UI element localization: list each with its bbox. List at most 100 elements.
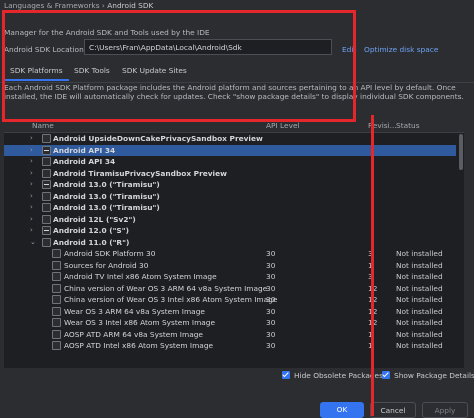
row-status: Not installed bbox=[396, 283, 443, 293]
row-api-level: 30 bbox=[266, 272, 276, 281]
column-header-status[interactable]: Status bbox=[396, 121, 420, 130]
red-highlight-box bbox=[2, 10, 356, 122]
row-name: Android UpsideDownCakePrivacySandbox Pre… bbox=[53, 134, 263, 143]
row-api-level: 30 bbox=[266, 318, 276, 327]
row-api-level: 30 bbox=[266, 329, 276, 339]
row-status: Not installed bbox=[396, 329, 443, 339]
row-checkbox[interactable] bbox=[42, 168, 51, 178]
row-name: Android TV Intel x86 Atom System Image bbox=[64, 272, 217, 281]
row-checkbox[interactable] bbox=[52, 249, 61, 258]
row-checkbox[interactable] bbox=[42, 191, 51, 201]
chevron-right-icon[interactable]: › bbox=[30, 180, 33, 188]
table-row[interactable]: AOSP ATD ARM 64 v8a System Image301Not i… bbox=[4, 329, 456, 341]
table-row[interactable]: › Android TiramisuPrivacySandbox Preview bbox=[4, 168, 456, 180]
table-row[interactable]: Android SDK Platform 30303Not installed bbox=[4, 248, 456, 260]
breadcrumb-current: Android SDK bbox=[107, 1, 154, 10]
row-api-level: 30 bbox=[266, 283, 276, 293]
table-row[interactable]: Sources for Android 30301Not installed bbox=[4, 260, 456, 272]
row-name: China version of Wear OS 3 Intel x86 Ato… bbox=[64, 295, 278, 304]
row-checkbox[interactable] bbox=[42, 226, 51, 235]
table-row[interactable]: › Android 13.0 ("Tiramisu") bbox=[4, 179, 456, 191]
row-checkbox[interactable] bbox=[52, 260, 61, 270]
row-name: Android SDK Platform 30 bbox=[64, 249, 156, 258]
row-status: Not installed bbox=[396, 260, 443, 270]
chevron-right-icon[interactable]: › bbox=[30, 146, 33, 154]
row-checkbox[interactable] bbox=[52, 283, 61, 293]
row-api-level: 30 bbox=[266, 295, 276, 304]
row-checkbox[interactable] bbox=[52, 318, 61, 327]
row-name: Wear OS 3 Intel x86 Atom System Image bbox=[64, 318, 216, 327]
row-checkbox[interactable] bbox=[42, 145, 51, 155]
row-name: AOSP ATD ARM 64 v8a System Image bbox=[64, 329, 203, 339]
show-package-details-label: Show Package Details bbox=[394, 371, 474, 380]
row-checkbox[interactable] bbox=[52, 306, 61, 316]
breadcrumb: Languages & Frameworks › Android SDK bbox=[4, 1, 153, 10]
row-name: Android API 34 bbox=[53, 157, 116, 166]
row-name: Android 13.0 ("Tiramisu") bbox=[53, 180, 160, 189]
row-name: Sources for Android 30 bbox=[64, 260, 149, 270]
row-checkbox[interactable] bbox=[42, 180, 51, 189]
table-scrollbar[interactable] bbox=[458, 132, 464, 368]
show-package-details-checkbox[interactable]: Show Package Details bbox=[382, 371, 474, 380]
chevron-right-icon[interactable]: › bbox=[30, 192, 33, 200]
row-status: Not installed bbox=[396, 272, 443, 281]
breadcrumb-parent[interactable]: Languages & Frameworks bbox=[4, 1, 100, 10]
red-highlight-line bbox=[371, 115, 374, 416]
table-row[interactable]: › Android API 34 bbox=[4, 156, 456, 168]
table-row[interactable]: China version of Wear OS 3 Intel x86 Ato… bbox=[4, 294, 456, 306]
table-row[interactable]: Android TV Intel x86 Atom System Image 30… bbox=[4, 271, 456, 283]
row-api-level: 30 bbox=[266, 306, 276, 316]
row-checkbox[interactable] bbox=[42, 134, 51, 143]
chevron-right-icon[interactable]: › bbox=[30, 134, 33, 142]
table-row[interactable]: Wear OS 3 Intel x86 Atom System Image301… bbox=[4, 317, 456, 329]
row-api-level: 30 bbox=[266, 249, 276, 258]
chevron-right-icon[interactable]: › bbox=[30, 157, 33, 165]
column-header-api-level[interactable]: API Level bbox=[266, 121, 300, 130]
hide-obsolete-label: Hide Obsolete Packages bbox=[294, 371, 383, 380]
table-row[interactable]: Wear OS 3 ARM 64 v8a System Image3012Not… bbox=[4, 306, 456, 318]
breadcrumb-separator: › bbox=[101, 1, 105, 10]
row-name: Wear OS 3 ARM 64 v8a System Image bbox=[64, 306, 205, 316]
row-checkbox[interactable] bbox=[42, 203, 51, 212]
row-checkbox[interactable] bbox=[42, 237, 51, 247]
hide-obsolete-checkbox[interactable]: Hide Obsolete Packages bbox=[282, 371, 383, 380]
table-row[interactable]: China version of Wear OS 3 ARM 64 v8a Sy… bbox=[4, 283, 456, 295]
row-checkbox[interactable] bbox=[42, 157, 51, 166]
row-name: Android 13.0 ("Tiramisu") bbox=[53, 203, 160, 212]
table-row[interactable]: ⌄ Android 11.0 ("R") bbox=[4, 237, 456, 249]
row-name: Android 12L ("Sv2") bbox=[53, 214, 136, 224]
chevron-right-icon[interactable]: › bbox=[30, 226, 33, 234]
table-row[interactable]: › Android UpsideDownCakePrivacySandbox Pr… bbox=[4, 133, 456, 145]
scrollbar-thumb[interactable] bbox=[459, 134, 463, 170]
row-name: Android API 34 bbox=[53, 145, 116, 155]
row-checkbox[interactable] bbox=[42, 214, 51, 224]
row-api-level: 30 bbox=[266, 341, 276, 350]
row-name: Android 12.0 ("S") bbox=[53, 226, 129, 235]
row-checkbox[interactable] bbox=[52, 341, 61, 350]
row-name: China version of Wear OS 3 ARM 64 v8a Sy… bbox=[64, 283, 268, 293]
checkbox-checked-icon[interactable] bbox=[382, 371, 390, 379]
table-row[interactable]: › Android 13.0 ("Tiramisu") bbox=[4, 202, 456, 214]
row-name: Android 13.0 ("Tiramisu") bbox=[53, 191, 160, 201]
chevron-down-icon[interactable]: ⌄ bbox=[30, 238, 36, 246]
table-row[interactable]: › Android 13.0 ("Tiramisu") bbox=[4, 191, 456, 203]
sdk-platforms-table: Name API Level Revisi... Status › Android… bbox=[4, 118, 464, 368]
table-row[interactable]: AOSP ATD Intel x86 Atom System Image301N… bbox=[4, 340, 456, 352]
chevron-right-icon[interactable]: › bbox=[30, 215, 33, 223]
row-api-level: 30 bbox=[266, 260, 276, 270]
row-checkbox[interactable] bbox=[52, 272, 61, 281]
table-row[interactable]: › Android API 34 bbox=[4, 144, 456, 156]
table-row[interactable]: › Android 12.0 ("S") bbox=[4, 225, 456, 237]
table-row[interactable]: › Android 12L ("Sv2") bbox=[4, 214, 456, 226]
chevron-right-icon[interactable]: › bbox=[30, 203, 33, 211]
optimize-disk-space-link[interactable]: Optimize disk space bbox=[364, 45, 438, 54]
row-checkbox[interactable] bbox=[52, 329, 61, 339]
row-status: Not installed bbox=[396, 249, 443, 258]
row-checkbox[interactable] bbox=[52, 295, 61, 304]
row-name: Android 11.0 ("R") bbox=[53, 237, 130, 247]
checkbox-checked-icon[interactable] bbox=[282, 371, 290, 379]
chevron-right-icon[interactable]: › bbox=[30, 169, 33, 177]
row-status: Not installed bbox=[396, 318, 443, 327]
column-header-name[interactable]: Name bbox=[32, 121, 54, 130]
row-name: Android TiramisuPrivacySandbox Preview bbox=[53, 168, 227, 178]
